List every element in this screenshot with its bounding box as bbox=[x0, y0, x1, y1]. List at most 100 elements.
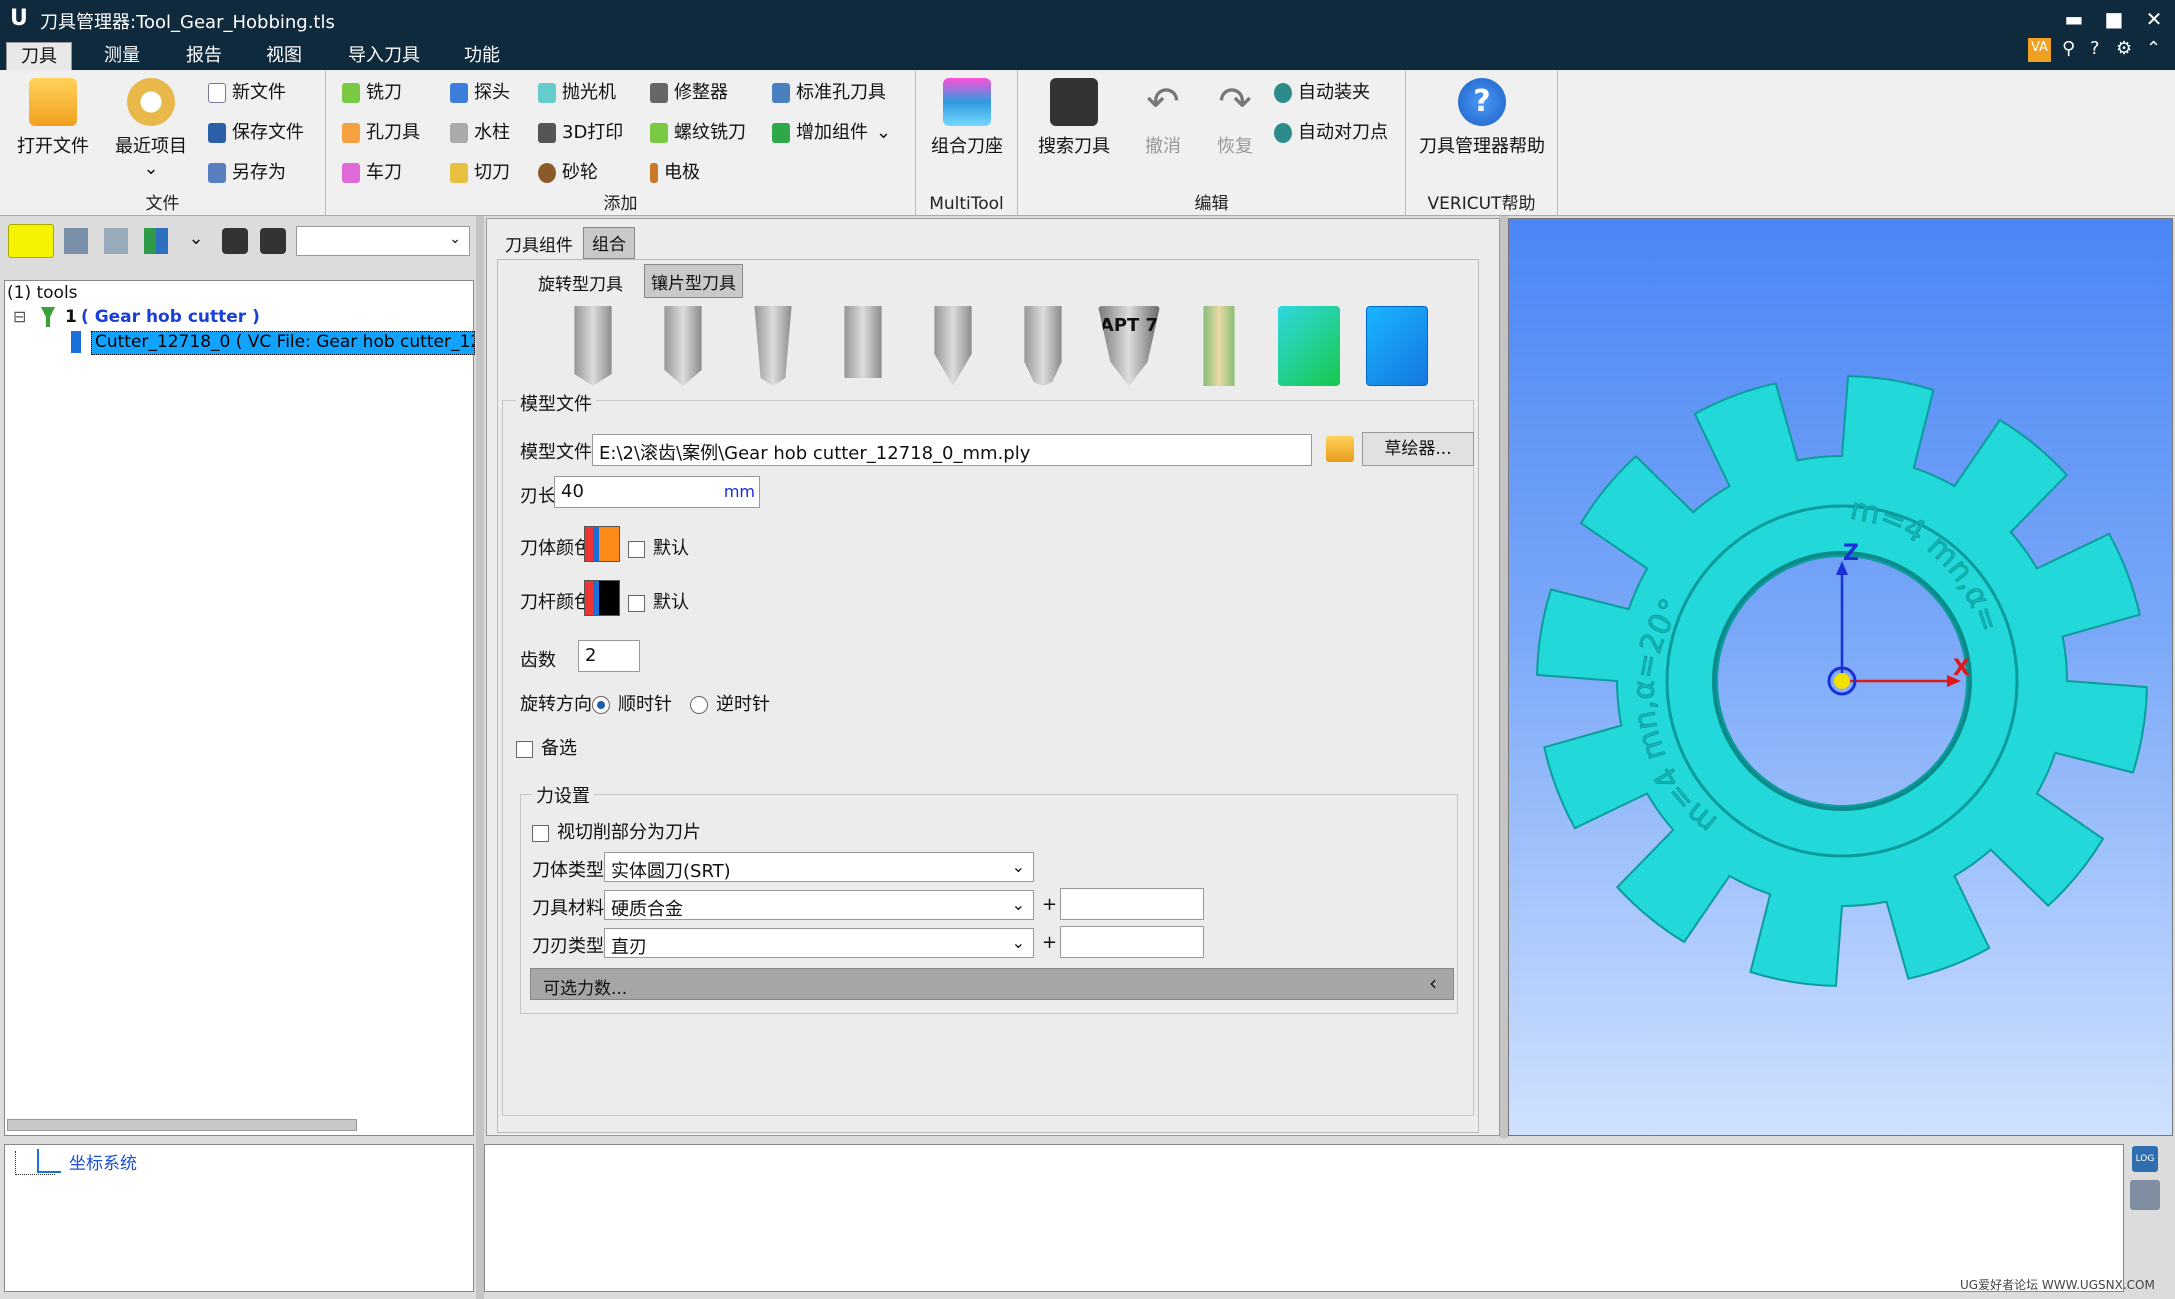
counterclockwise-radio[interactable]: 逆时针 bbox=[690, 690, 770, 716]
length-input[interactable]: 40 mm bbox=[554, 476, 760, 508]
3d-viewport[interactable]: Z X m=4 mn,α=20°,β=2°01' m=4 mn,α=20° bbox=[1508, 218, 2173, 1136]
search-icon[interactable]: ⚲ bbox=[2062, 38, 2075, 62]
search-tool-button[interactable]: 搜索刀具 bbox=[1024, 78, 1124, 158]
clockwise-radio[interactable]: 顺时针 bbox=[592, 690, 672, 716]
drill-icon[interactable] bbox=[844, 306, 882, 378]
new-file-button[interactable]: 新文件 bbox=[208, 78, 286, 104]
auto-align-icon bbox=[1274, 123, 1292, 143]
coord-system-label[interactable]: 坐标系统 bbox=[69, 1149, 137, 1174]
profile-tool-icon[interactable] bbox=[1203, 306, 1235, 386]
bull-nose-mill-icon[interactable] bbox=[1024, 306, 1062, 386]
tree-selected-cutter[interactable]: Cutter_12718_0 ( VC File: Gear hob cutte… bbox=[91, 331, 475, 355]
mesh-model-icon[interactable] bbox=[1366, 306, 1428, 386]
folder-open-icon bbox=[29, 78, 77, 126]
tab-function[interactable]: 功能 bbox=[450, 42, 514, 70]
tab-import-tool[interactable]: 导入刀具 bbox=[334, 42, 434, 70]
material-extra-input[interactable] bbox=[1060, 888, 1204, 920]
window-title: 刀具管理器:Tool_Gear_Hobbing.tls bbox=[40, 12, 335, 33]
edge-extra-input[interactable] bbox=[1060, 926, 1204, 958]
tab-tool[interactable]: 刀具 bbox=[6, 42, 72, 70]
holder-default-checkbox[interactable]: 默认 bbox=[628, 588, 689, 614]
model-section-title: 模型文件 bbox=[516, 390, 596, 416]
taper-mill-icon[interactable] bbox=[754, 306, 792, 386]
list-view-icon[interactable] bbox=[104, 228, 128, 254]
tab-combination[interactable]: 组合 bbox=[583, 227, 635, 259]
select-mode-icon[interactable] bbox=[8, 224, 54, 258]
gear-icon[interactable]: ⚙ bbox=[2116, 38, 2132, 62]
redo-button[interactable]: ↷ 恢复 bbox=[1200, 78, 1270, 158]
apt7-tool-icon[interactable]: APT 7 bbox=[1098, 306, 1160, 386]
log-icon[interactable]: LOG bbox=[2132, 1146, 2158, 1172]
tab-report[interactable]: 报告 bbox=[172, 42, 236, 70]
dresser-button[interactable]: 修整器 bbox=[650, 78, 728, 104]
hole-tool-button[interactable]: 孔刀具 bbox=[342, 118, 420, 144]
dock-icon[interactable] bbox=[2130, 1180, 2160, 1210]
radio-selected-icon bbox=[592, 696, 610, 714]
add-component-button[interactable]: 增加组件 ⌄ bbox=[772, 118, 891, 144]
undo-button[interactable]: ↶ 撤消 bbox=[1128, 78, 1198, 158]
auto-clamp-button[interactable]: 自动装夹 bbox=[1274, 78, 1370, 104]
holder-color-swatch[interactable] bbox=[584, 580, 620, 616]
sketcher-button[interactable]: 草绘器... bbox=[1362, 432, 1474, 466]
standard-hole-tool-button[interactable]: 标准孔刀具 bbox=[772, 78, 886, 104]
save-as-button[interactable]: 另存为 bbox=[208, 158, 286, 184]
ball-end-mill-icon[interactable] bbox=[664, 306, 702, 386]
tree-root-number[interactable]: 1 bbox=[65, 307, 77, 327]
tab-view[interactable]: 视图 bbox=[252, 42, 316, 70]
treat-as-insert-checkbox[interactable]: 视切削部分为刀片 bbox=[532, 818, 701, 844]
import-model-icon[interactable] bbox=[1278, 306, 1340, 386]
help-icon[interactable]: ? bbox=[2090, 38, 2100, 62]
combo-holder-button[interactable]: 组合刀座 bbox=[922, 78, 1012, 158]
mill-tool-button[interactable]: 铣刀 bbox=[342, 78, 402, 104]
edge-type-value: 直刃 bbox=[611, 937, 647, 958]
auto-align-button[interactable]: 自动对刀点 bbox=[1274, 118, 1388, 144]
alternate-checkbox[interactable]: 备选 bbox=[516, 734, 577, 760]
spot-drill-icon[interactable] bbox=[934, 306, 972, 386]
turn-tool-button[interactable]: 车刀 bbox=[342, 158, 402, 184]
open-file-button[interactable]: 打开文件 bbox=[8, 78, 98, 158]
body-default-label: 默认 bbox=[653, 538, 689, 559]
horizontal-scrollbar[interactable] bbox=[7, 1119, 357, 1131]
binoculars-icon[interactable] bbox=[222, 228, 248, 254]
model-file-input[interactable]: E:\2\滚齿\案例\Gear hob cutter_12718_0_mm.pl… bbox=[592, 434, 1312, 466]
vertical-splitter[interactable] bbox=[1500, 216, 1508, 1138]
waterjet-button[interactable]: 水柱 bbox=[450, 118, 510, 144]
tree-root-label[interactable]: ( Gear hob cutter ) bbox=[81, 307, 260, 327]
probe-button[interactable]: 探头 bbox=[450, 78, 510, 104]
va-icon[interactable]: VA bbox=[2028, 38, 2051, 62]
teeth-input[interactable]: 2 bbox=[578, 640, 640, 672]
collapse-ribbon-icon[interactable]: ⌃ bbox=[2146, 38, 2161, 62]
tree-filter-select[interactable]: ⌄ bbox=[296, 226, 470, 256]
vertical-splitter[interactable] bbox=[476, 216, 484, 1299]
body-type-select[interactable]: 实体圆刀(SRT) ⌄ bbox=[604, 852, 1034, 882]
recent-projects-button[interactable]: 最近项目 ⌄ bbox=[106, 78, 196, 179]
minimize-button[interactable]: ▬ bbox=[2060, 6, 2088, 32]
maximize-button[interactable]: ■ bbox=[2100, 6, 2128, 32]
tab-measure[interactable]: 测量 bbox=[90, 42, 154, 70]
3d-print-button[interactable]: 3D打印 bbox=[538, 118, 623, 144]
polisher-label: 抛光机 bbox=[562, 82, 616, 103]
polisher-button[interactable]: 抛光机 bbox=[538, 78, 616, 104]
tree-expander[interactable]: ⊟ bbox=[13, 307, 26, 326]
edge-type-select[interactable]: 直刃 ⌄ bbox=[604, 928, 1034, 958]
close-button[interactable]: ✕ bbox=[2140, 6, 2168, 32]
tab-rotary-tool[interactable]: 旋转型刀具 bbox=[534, 266, 627, 298]
flat-end-mill-icon[interactable] bbox=[574, 306, 612, 386]
grinding-wheel-button[interactable]: 砂轮 bbox=[538, 158, 598, 184]
body-color-swatch[interactable] bbox=[584, 526, 620, 562]
sort-icon[interactable] bbox=[144, 228, 168, 254]
tab-tool-component[interactable]: 刀具组件 bbox=[499, 229, 579, 259]
body-default-checkbox[interactable]: 默认 bbox=[628, 534, 689, 560]
calculator-icon[interactable] bbox=[64, 228, 88, 254]
electrode-button[interactable]: 电极 bbox=[650, 158, 700, 184]
filter-dropdown-icon[interactable]: ⌄ bbox=[184, 228, 208, 254]
binoculars-icon[interactable] bbox=[260, 228, 286, 254]
folder-open-icon[interactable] bbox=[1326, 436, 1354, 462]
tool-manager-help-button[interactable]: ? 刀具管理器帮助 bbox=[1412, 78, 1552, 158]
thread-mill-button[interactable]: 螺纹铣刀 bbox=[650, 118, 746, 144]
tab-insert-tool[interactable]: 镶片型刀具 bbox=[644, 264, 743, 298]
save-file-button[interactable]: 保存文件 bbox=[208, 118, 304, 144]
optional-force-bar[interactable]: 可选力数... ‹ bbox=[530, 968, 1454, 1000]
cutter-button[interactable]: 切刀 bbox=[450, 158, 510, 184]
material-select[interactable]: 硬质合金 ⌄ bbox=[604, 890, 1034, 920]
